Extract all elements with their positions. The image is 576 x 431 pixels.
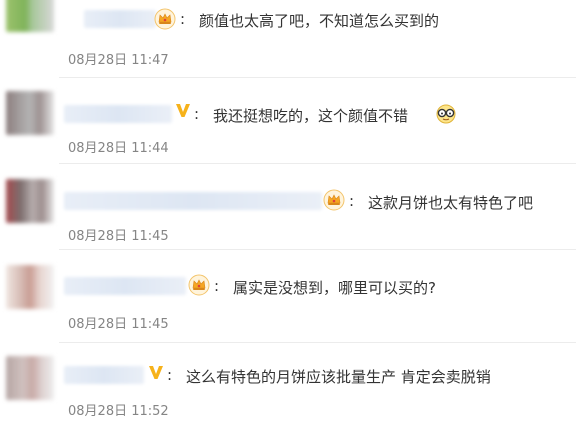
username-blurred[interactable] xyxy=(64,366,144,384)
comment-text: 这么有特色的月饼应该批量生产 肯定会卖脱销 xyxy=(186,368,491,386)
crown-icon xyxy=(154,8,176,30)
comment-item: : 这款月饼也太有特色了吧 08月28日 11:45 xyxy=(0,163,576,249)
comment-colon: : xyxy=(349,192,355,210)
username-blurred[interactable] xyxy=(64,192,322,210)
comment-colon: : xyxy=(180,10,186,28)
comment-timestamp: 08月28日 11:45 xyxy=(68,229,169,244)
comment-text: 这款月饼也太有特色了吧 xyxy=(368,194,534,212)
comment-text: 属实是没想到，哪里可以买的? xyxy=(233,279,436,297)
comment-timestamp: 08月28日 11:44 xyxy=(68,141,169,156)
divider xyxy=(59,77,576,78)
comment-text: 我还挺想吃的，这个颜值不错 xyxy=(213,107,409,125)
divider xyxy=(59,163,576,164)
comment-item: : 这么有特色的月饼应该批量生产 肯定会卖脱销 08月28日 11:52 xyxy=(0,342,576,428)
avatar[interactable] xyxy=(6,356,54,400)
crown-icon xyxy=(188,274,210,296)
username-blurred[interactable] xyxy=(64,277,186,295)
avatar[interactable] xyxy=(6,0,54,32)
comment-text: 颜值也太高了吧，不知道怎么买到的 xyxy=(199,12,440,30)
v-icon xyxy=(149,366,163,379)
comment-timestamp: 08月28日 11:52 xyxy=(68,404,169,419)
comment-timestamp: 08月28日 11:45 xyxy=(68,317,169,332)
comment-colon: : xyxy=(214,277,220,295)
comment-item: : 我还挺想吃的，这个颜值不错 08月28日 11:44 xyxy=(0,77,576,163)
avatar[interactable] xyxy=(6,265,54,309)
comment-colon: : xyxy=(167,366,173,384)
divider xyxy=(59,342,576,343)
crown-icon xyxy=(323,189,345,211)
comment-timestamp: 08月28日 11:47 xyxy=(68,53,169,68)
comment-colon: : xyxy=(194,105,200,123)
glasses-emoji-icon xyxy=(436,104,456,124)
username-blurred[interactable] xyxy=(84,10,156,28)
username-blurred[interactable] xyxy=(64,105,172,123)
divider xyxy=(59,249,576,250)
comment-list: : 颜值也太高了吧，不知道怎么买到的 08月28日 11:47 : 我还挺想吃的… xyxy=(0,0,576,431)
avatar[interactable] xyxy=(6,179,54,223)
comment-item: : 属实是没想到，哪里可以买的? 08月28日 11:45 xyxy=(0,249,576,335)
avatar[interactable] xyxy=(6,91,54,135)
comment-item: : 颜值也太高了吧，不知道怎么买到的 08月28日 11:47 xyxy=(0,0,576,74)
v-icon xyxy=(176,104,190,117)
